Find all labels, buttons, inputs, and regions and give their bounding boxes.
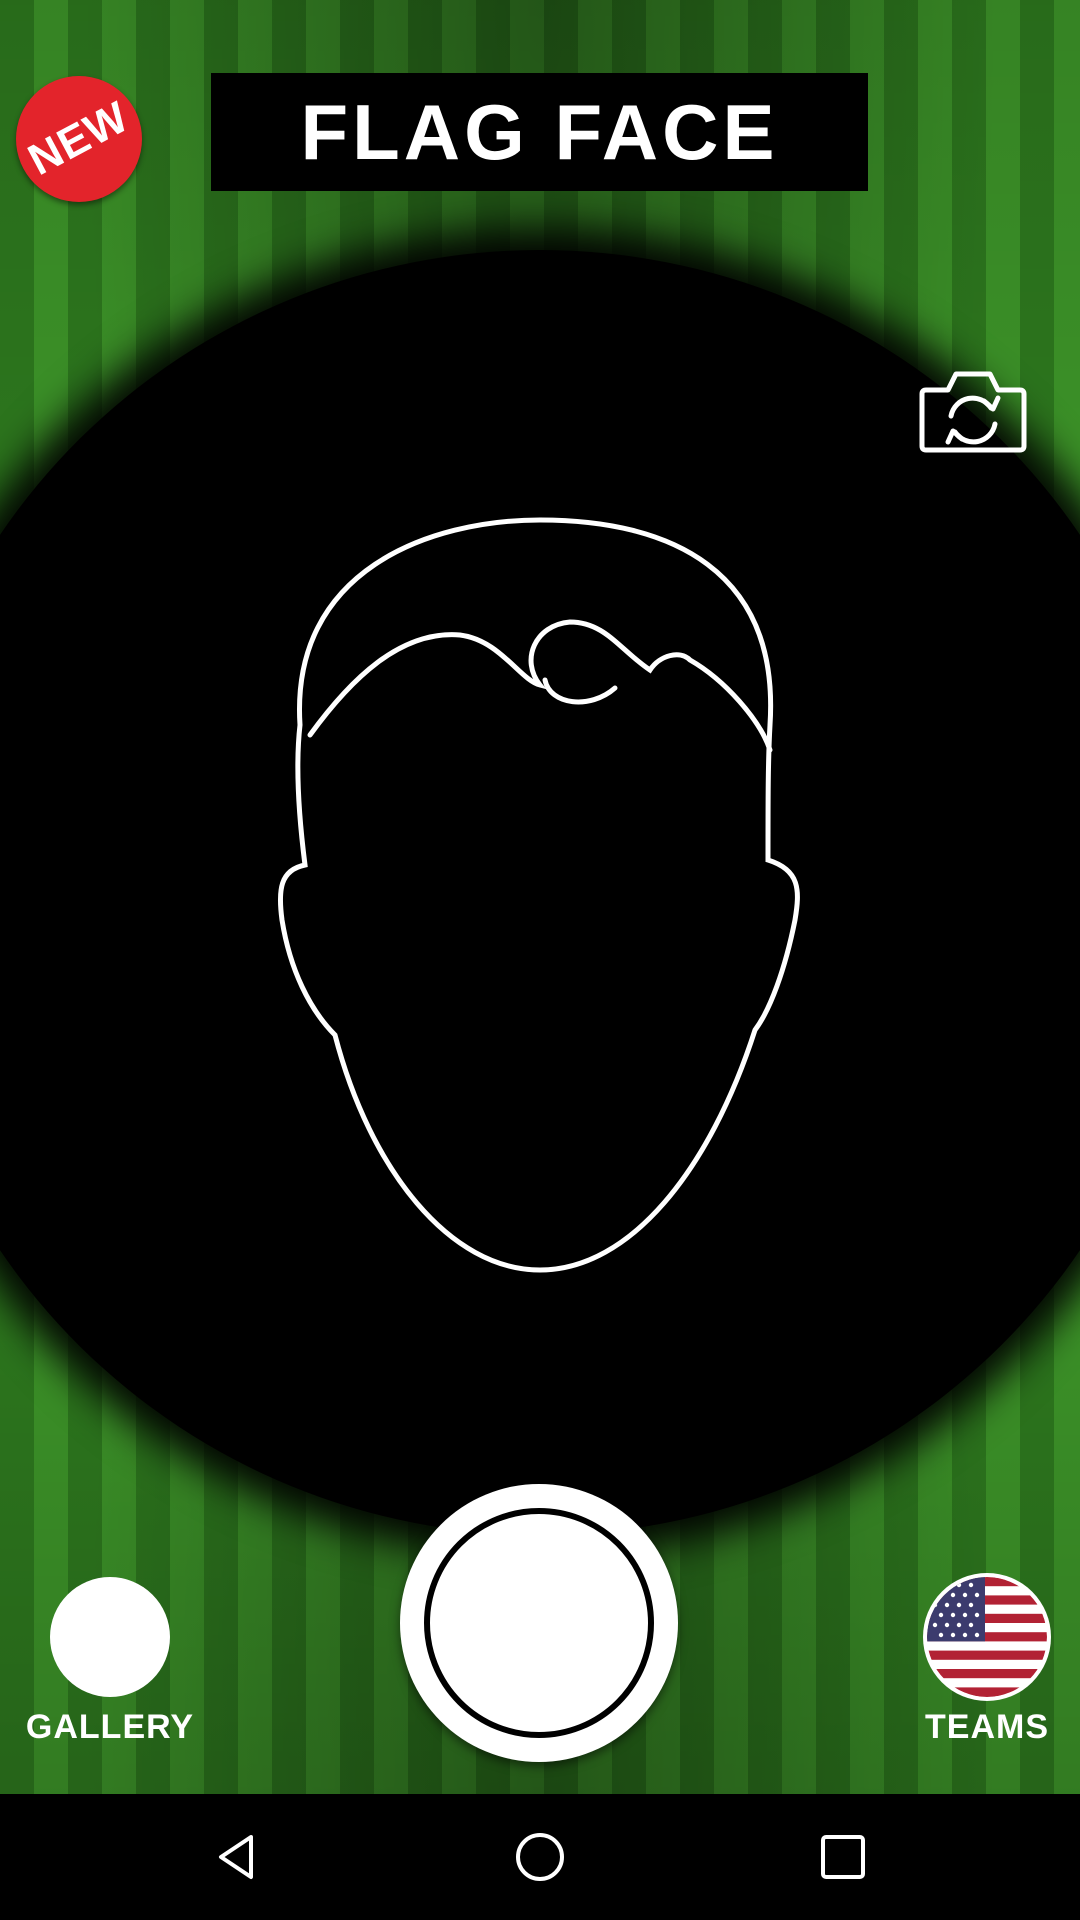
shutter-button-ring: [424, 1508, 654, 1738]
flag-graphic: [927, 1577, 1047, 1697]
page-title: FLAG FACE: [300, 87, 779, 176]
usa-flag-icon[interactable]: [927, 1577, 1047, 1697]
face-outline-icon: [277, 517, 800, 1273]
title-banner: FLAG FACE: [211, 73, 868, 191]
app-screen: NEW FLAG FACE GALLERY TEAMS: [0, 0, 1080, 1794]
gallery-thumbnail[interactable]: [50, 1577, 170, 1697]
home-icon[interactable]: [510, 1827, 570, 1887]
gallery-label[interactable]: GALLERY: [10, 1708, 210, 1747]
system-nav-bar: [0, 1794, 1080, 1920]
teams-label[interactable]: TEAMS: [887, 1708, 1080, 1747]
new-badge[interactable]: NEW: [16, 76, 142, 202]
recent-apps-icon[interactable]: [813, 1827, 873, 1887]
new-badge-label: NEW: [20, 92, 137, 185]
back-icon[interactable]: [207, 1827, 267, 1887]
camera-switch-icon[interactable]: [918, 368, 1028, 454]
shutter-button[interactable]: [400, 1484, 678, 1762]
